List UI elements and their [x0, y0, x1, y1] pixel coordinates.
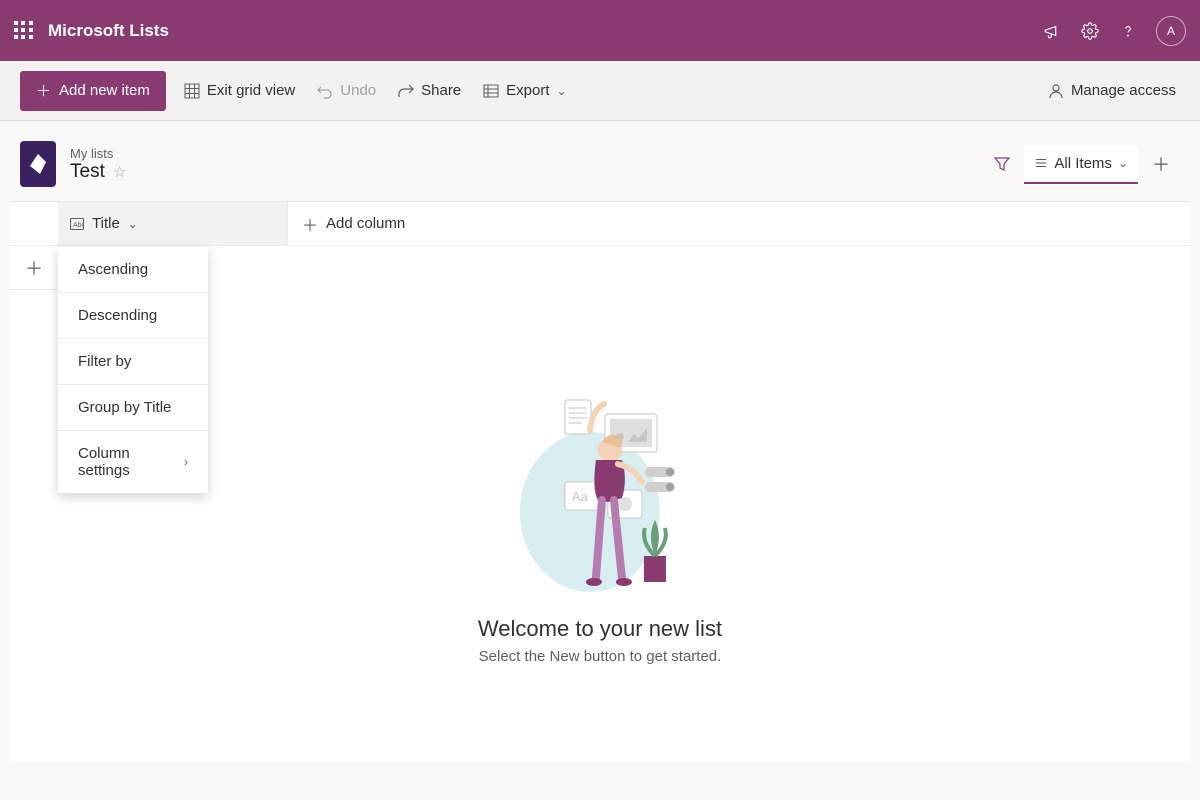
filter-by-label: Filter by	[78, 353, 131, 370]
add-new-item-button[interactable]: ＋ Add new item	[20, 71, 166, 111]
undo-label: Undo	[340, 82, 376, 99]
column-context-menu: Ascending Descending Filter by Group by …	[58, 247, 208, 493]
menu-item-group-by[interactable]: Group by Title	[58, 385, 208, 431]
menu-item-descending[interactable]: Descending	[58, 293, 208, 339]
view-selector[interactable]: All Items ⌄	[1024, 145, 1138, 184]
plus-icon: ＋	[36, 80, 51, 101]
person-icon	[1048, 83, 1064, 99]
row-selector-gutter	[10, 202, 58, 245]
header-right: A	[1042, 16, 1186, 46]
filter-button[interactable]	[984, 146, 1020, 182]
export-icon	[483, 83, 499, 99]
svg-text:Abc: Abc	[73, 222, 84, 229]
list-icon-small	[1034, 156, 1048, 170]
view-label: All Items	[1054, 155, 1112, 172]
grid-area: Abc Title ⌄ ＋ Add column ＋ Ascending Des…	[10, 201, 1190, 761]
app-header: Microsoft Lists A	[0, 0, 1200, 61]
svg-text:Aa: Aa	[572, 489, 589, 504]
user-avatar[interactable]: A	[1156, 16, 1186, 46]
filter-icon	[994, 156, 1010, 172]
chevron-down-icon: ⌄	[128, 217, 138, 231]
add-item-label: Add new item	[59, 82, 150, 99]
add-view-button[interactable]: ＋	[1142, 141, 1180, 187]
list-name-row: Test ☆	[70, 161, 126, 183]
app-title: Microsoft Lists	[48, 21, 169, 41]
toolbar-left: ＋ Add new item Exit grid view Undo Share…	[20, 71, 571, 111]
add-column-label: Add column	[326, 215, 405, 232]
export-button[interactable]: Export ⌄	[479, 76, 570, 105]
view-controls: All Items ⌄ ＋	[984, 141, 1180, 187]
column-headers: Abc Title ⌄ ＋ Add column	[10, 202, 1190, 246]
menu-item-ascending[interactable]: Ascending	[58, 247, 208, 293]
megaphone-icon[interactable]	[1042, 21, 1062, 41]
list-icon	[20, 141, 56, 187]
export-label: Export	[506, 82, 549, 99]
chevron-down-icon: ⌄	[1118, 156, 1128, 170]
menu-item-filter-by[interactable]: Filter by	[58, 339, 208, 385]
share-label: Share	[421, 82, 461, 99]
list-header: My lists Test ☆ All Items ⌄ ＋	[0, 121, 1200, 201]
share-icon	[398, 83, 414, 99]
text-field-icon: Abc	[70, 218, 84, 230]
manage-access-button[interactable]: Manage access	[1044, 76, 1180, 105]
favorite-star-icon[interactable]: ☆	[113, 163, 126, 181]
share-button[interactable]: Share	[394, 76, 465, 105]
menu-item-column-settings[interactable]: Column settings ›	[58, 431, 208, 493]
list-text: My lists Test ☆	[70, 146, 126, 183]
undo-icon	[317, 83, 333, 99]
chevron-right-icon: ›	[184, 455, 188, 469]
empty-subtitle: Select the New button to get started.	[479, 648, 722, 665]
empty-title: Welcome to your new list	[478, 616, 722, 642]
breadcrumb[interactable]: My lists	[70, 146, 126, 161]
grid-icon	[184, 83, 200, 99]
plus-icon: ＋	[302, 212, 318, 236]
descending-label: Descending	[78, 307, 157, 324]
chevron-down-icon: ⌄	[557, 84, 567, 98]
undo-button[interactable]: Undo	[313, 76, 380, 105]
column-settings-label: Column settings	[78, 445, 184, 479]
toolbar-right: Manage access	[1044, 76, 1180, 105]
add-column-button[interactable]: ＋ Add column	[288, 202, 419, 245]
group-by-label: Group by Title	[78, 399, 171, 416]
ascending-label: Ascending	[78, 261, 148, 278]
exit-grid-label: Exit grid view	[207, 82, 295, 99]
command-bar: ＋ Add new item Exit grid view Undo Share…	[0, 61, 1200, 121]
title-column-label: Title	[92, 215, 120, 232]
header-left: Microsoft Lists	[14, 21, 169, 41]
help-icon[interactable]	[1118, 21, 1138, 41]
list-info: My lists Test ☆	[20, 141, 126, 187]
manage-access-label: Manage access	[1071, 82, 1176, 99]
app-launcher-icon[interactable]	[14, 21, 34, 41]
add-row-button[interactable]: ＋	[10, 246, 58, 290]
plus-icon: ＋	[1152, 151, 1170, 177]
avatar-initial: A	[1167, 24, 1175, 38]
empty-illustration: Aa	[510, 382, 690, 602]
list-name: Test	[70, 161, 105, 183]
empty-state: Aa	[478, 382, 722, 665]
exit-grid-view-button[interactable]: Exit grid view	[180, 76, 299, 105]
column-header-title[interactable]: Abc Title ⌄	[58, 202, 288, 245]
settings-icon[interactable]	[1080, 21, 1100, 41]
